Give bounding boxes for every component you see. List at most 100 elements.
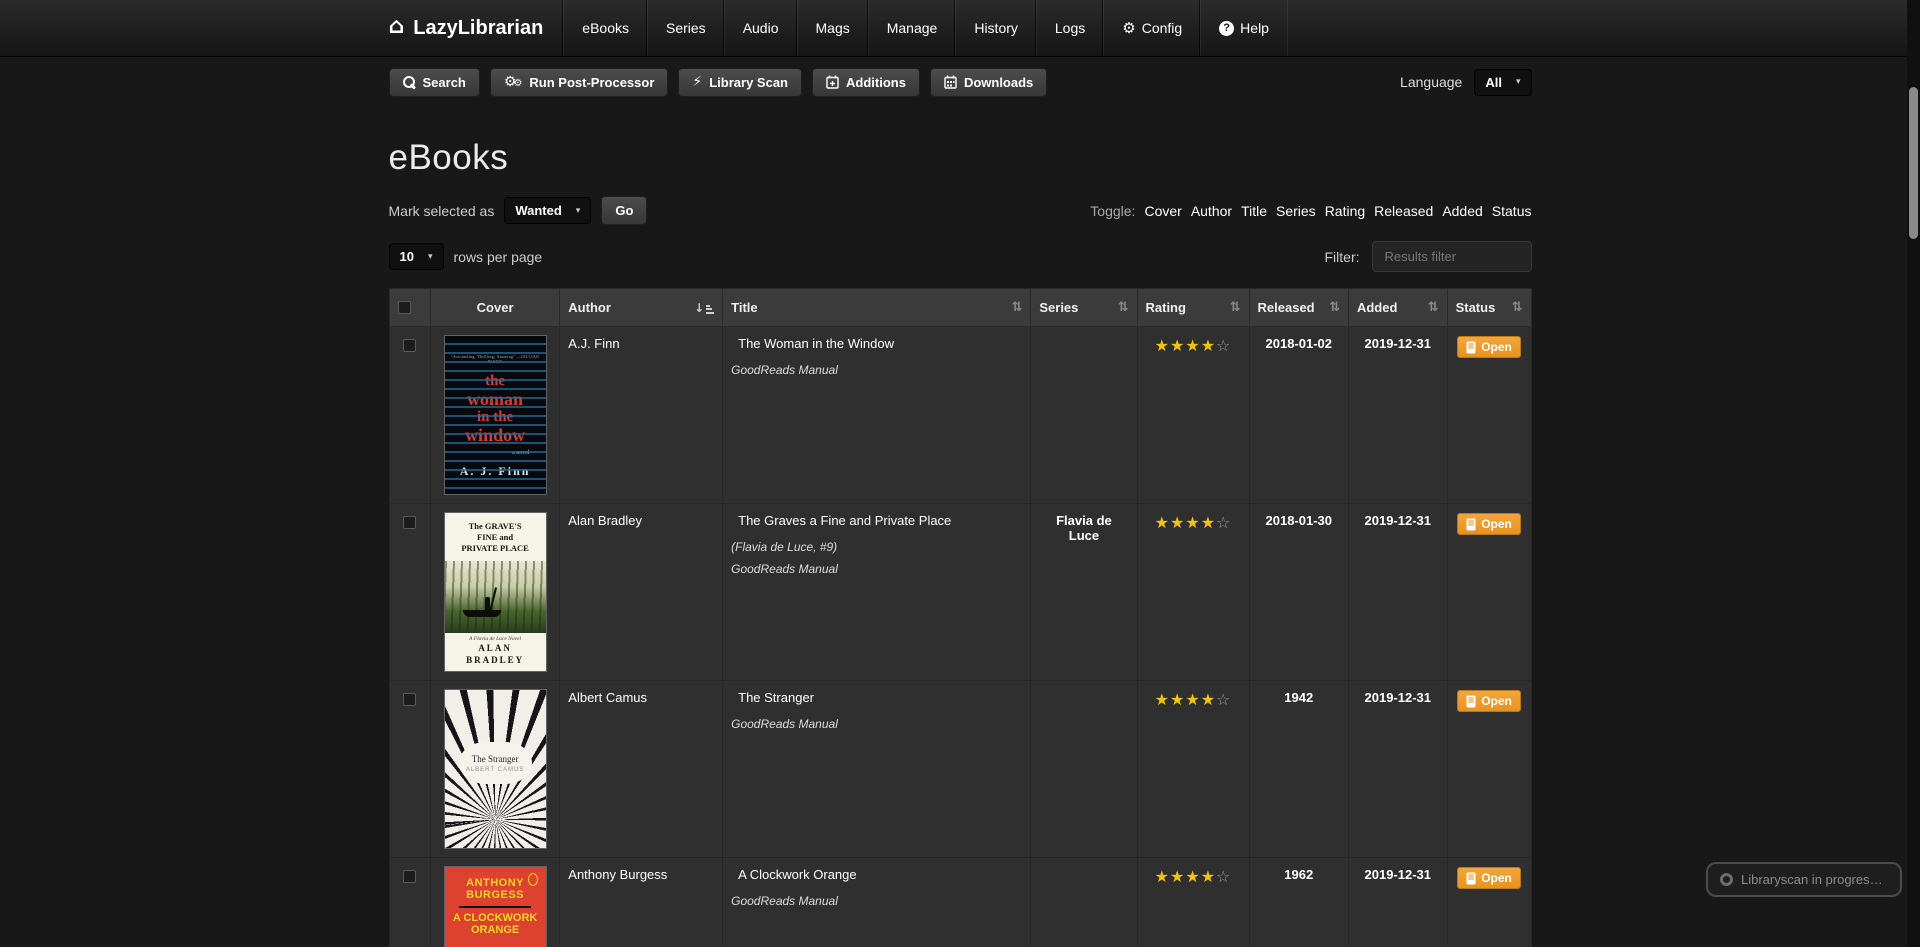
added-date: 2019-12-31: [1348, 858, 1447, 947]
sort-icon: ⇅: [1118, 300, 1129, 315]
sort-icon: ⇅: [1230, 300, 1241, 315]
library-scan-button[interactable]: ⚡ Library Scan: [678, 68, 802, 97]
nav-item-logs[interactable]: Logs: [1036, 0, 1103, 56]
nav-item-history[interactable]: History: [955, 0, 1036, 56]
home-icon: ⌂: [389, 16, 405, 38]
toggle-cover[interactable]: Cover: [1144, 203, 1181, 219]
book-cover[interactable]: The Stranger ALBERT CAMUS: [445, 690, 546, 848]
search-button[interactable]: Search: [389, 68, 480, 97]
column-header-series[interactable]: Series ⇅: [1031, 289, 1137, 327]
star-filled-icon: ★: [1155, 513, 1170, 532]
calendar-plus-icon: [826, 75, 839, 89]
language-select[interactable]: All ▾: [1474, 69, 1531, 96]
star-empty-icon: ☆: [1216, 690, 1231, 709]
author-name[interactable]: Alan Bradley: [568, 513, 642, 528]
nav-item-config[interactable]: ⚙ Config: [1103, 0, 1200, 56]
action-toolbar: Search ⚙⚙ Run Post-Processor ⚡ Library S…: [389, 64, 1532, 100]
released-date: 2018-01-30: [1249, 504, 1348, 681]
row-checkbox[interactable]: [403, 516, 416, 529]
toggle-released[interactable]: Released: [1374, 203, 1433, 219]
book-title-link[interactable]: A Clockwork Orange: [731, 867, 857, 882]
rows-per-page-select[interactable]: 10 ▾: [389, 243, 444, 270]
select-all-checkbox[interactable]: [398, 301, 411, 314]
nav-item-audio[interactable]: Audio: [724, 0, 797, 56]
table-row: ANTHONY BURGESS A CLOCKWORK ORANGE Antho…: [389, 858, 1531, 947]
nav-item-ebooks[interactable]: eBooks: [563, 0, 647, 56]
star-filled-icon: ★: [1185, 513, 1200, 532]
column-header-rating[interactable]: Rating ⇅: [1137, 289, 1249, 327]
star-filled-icon: ★: [1155, 867, 1170, 886]
series-cell: [1031, 858, 1137, 947]
nav-item-help[interactable]: ? Help: [1200, 0, 1288, 56]
language-label: Language: [1400, 74, 1462, 90]
open-button[interactable]: Open: [1457, 690, 1521, 712]
table-row: The GRAVE'S FINE and PRIVATE PLACE A Fla…: [389, 504, 1531, 681]
star-empty-icon: ☆: [1216, 513, 1231, 532]
series-note: (Flavia de Luce, #9): [731, 537, 1022, 559]
caret-down-icon: ▾: [1516, 77, 1521, 87]
book-title-link[interactable]: The Graves a Fine and Private Place: [731, 513, 951, 528]
row-checkbox[interactable]: [403, 339, 416, 352]
spinner-icon: [1720, 873, 1733, 886]
star-filled-icon: ★: [1155, 690, 1170, 709]
scrollbar-thumb[interactable]: [1909, 87, 1918, 239]
series-cell: Flavia de Luce: [1031, 504, 1137, 681]
column-header-title[interactable]: Title ⇅: [723, 289, 1031, 327]
author-name[interactable]: Albert Camus: [568, 690, 647, 705]
toggle-rating[interactable]: Rating: [1325, 203, 1365, 219]
column-header-cover[interactable]: Cover: [430, 289, 559, 327]
nav-item-mags[interactable]: Mags: [797, 0, 868, 56]
sort-icon: ⇅: [1428, 300, 1439, 315]
star-filled-icon: ★: [1170, 690, 1185, 709]
toggle-series[interactable]: Series: [1276, 203, 1316, 219]
toggle-status[interactable]: Status: [1492, 203, 1532, 219]
brand[interactable]: ⌂ LazyLibrarian: [389, 0, 564, 56]
column-header-author[interactable]: Author ↓: [560, 289, 723, 327]
caret-down-icon: ▾: [576, 206, 581, 216]
toggle-added[interactable]: Added: [1442, 203, 1482, 219]
toggle-author[interactable]: Author: [1191, 203, 1232, 219]
search-icon: [403, 76, 416, 89]
calendar-icon: [944, 75, 957, 89]
star-filled-icon: ★: [1201, 513, 1216, 532]
mark-selected-select[interactable]: Wanted ▾: [504, 197, 591, 224]
star-filled-icon: ★: [1201, 867, 1216, 886]
column-header-added[interactable]: Added ⇅: [1348, 289, 1447, 327]
brand-label: LazyLibrarian: [413, 17, 543, 40]
additions-button[interactable]: Additions: [812, 68, 920, 97]
book-cover[interactable]: “Astounding, Thrilling, Amazing” —GILLIA…: [445, 336, 546, 494]
book-cover[interactable]: The GRAVE'S FINE and PRIVATE PLACE A Fla…: [445, 513, 546, 671]
nav-item-manage[interactable]: Manage: [868, 0, 956, 56]
filter-input[interactable]: [1372, 241, 1532, 272]
star-filled-icon: ★: [1201, 690, 1216, 709]
page-title: eBooks: [389, 138, 1532, 178]
row-checkbox[interactable]: [403, 693, 416, 706]
sort-icon: ⇅: [1329, 300, 1340, 315]
cover-illustration: [445, 561, 546, 633]
rating-stars: ★★★★☆: [1137, 504, 1249, 681]
toggle-title[interactable]: Title: [1241, 203, 1267, 219]
column-header-status[interactable]: Status ⇅: [1447, 289, 1531, 327]
star-filled-icon: ★: [1201, 336, 1216, 355]
row-checkbox[interactable]: [403, 870, 416, 883]
star-filled-icon: ★: [1170, 513, 1185, 532]
run-post-processor-button[interactable]: ⚙⚙ Run Post-Processor: [490, 68, 669, 97]
go-button[interactable]: Go: [601, 196, 647, 225]
open-button[interactable]: Open: [1457, 336, 1521, 358]
source-note: GoodReads Manual: [731, 559, 1022, 581]
open-button[interactable]: Open: [1457, 513, 1521, 535]
gear-icon: ⚙: [1122, 19, 1135, 37]
open-button[interactable]: Open: [1457, 867, 1521, 889]
book-title-link[interactable]: The Stranger: [731, 690, 814, 705]
book-cover[interactable]: ANTHONY BURGESS A CLOCKWORK ORANGE: [445, 867, 546, 947]
author-name[interactable]: Anthony Burgess: [568, 867, 667, 882]
downloads-button[interactable]: Downloads: [930, 68, 1047, 97]
cover-quote: “Astounding, Thrilling, Amazing” —GILLIA…: [445, 354, 546, 364]
star-filled-icon: ★: [1185, 867, 1200, 886]
column-header-released[interactable]: Released ⇅: [1249, 289, 1348, 327]
added-date: 2019-12-31: [1348, 504, 1447, 681]
book-title-link[interactable]: The Woman in the Window: [731, 336, 894, 351]
notification-toast: Libraryscan in progress ...: [1706, 862, 1902, 897]
nav-item-series[interactable]: Series: [647, 0, 724, 56]
author-name[interactable]: A.J. Finn: [568, 336, 619, 351]
